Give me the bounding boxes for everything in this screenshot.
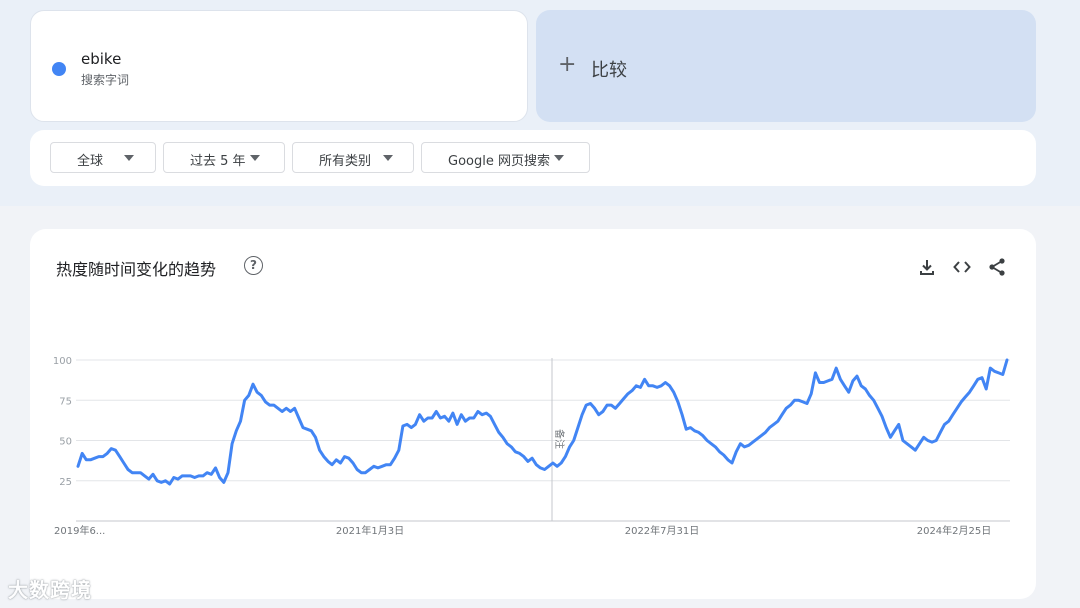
- x-tick-label: 2024年2月25日: [917, 524, 992, 537]
- series-line-0[interactable]: [76, 358, 1009, 486]
- y-tick-label: 25: [59, 477, 72, 488]
- y-tick-label: 100: [53, 356, 72, 367]
- caret-down-icon: [554, 155, 564, 161]
- search-term-card[interactable]: ebike 搜索字词: [30, 10, 528, 122]
- caret-down-icon: [383, 155, 393, 161]
- time-range-filter[interactable]: 过去 5 年: [163, 142, 285, 173]
- compare-button[interactable]: + 比较: [536, 10, 1036, 122]
- term-color-dot: [52, 62, 66, 76]
- plus-icon: +: [558, 52, 577, 77]
- category-filter[interactable]: 所有类别: [292, 142, 414, 173]
- y-tick-label: 75: [59, 396, 72, 407]
- filter-bar: 全球 过去 5 年 所有类别 Google 网页搜索: [30, 130, 1036, 186]
- category-filter-label: 所有类别: [319, 154, 372, 169]
- watermark-logo: 大数跨境: [8, 578, 92, 602]
- search-type-filter-label: Google 网页搜索: [448, 154, 550, 169]
- x-tick-label: 2019年6...: [54, 524, 105, 537]
- time-range-filter-label: 过去 5 年: [190, 154, 246, 169]
- trend-chart: 100 75 50 25 2019年6... 2021年1月3日 2022年7月31日 202…: [53, 356, 1010, 537]
- term-name[interactable]: ebike: [81, 50, 121, 68]
- x-tick-label: 2021年1月3日: [336, 524, 404, 537]
- region-filter-label: 全球: [77, 154, 104, 169]
- term-type: 搜索字词: [81, 73, 130, 87]
- region-filter[interactable]: 全球: [50, 142, 156, 173]
- caret-down-icon: [250, 155, 260, 161]
- y-tick-label: 50: [59, 437, 72, 448]
- annotation-label[interactable]: 备注: [553, 429, 566, 449]
- search-type-filter[interactable]: Google 网页搜索: [421, 142, 590, 173]
- x-tick-label: 2022年7月31日: [625, 524, 700, 537]
- caret-down-icon: [124, 155, 134, 161]
- interest-over-time-card: 热度随时间变化的趋势 ? 100 75 50 25 2019年6... 2021年1月3日…: [30, 229, 1036, 599]
- compare-label: 比较: [591, 60, 627, 81]
